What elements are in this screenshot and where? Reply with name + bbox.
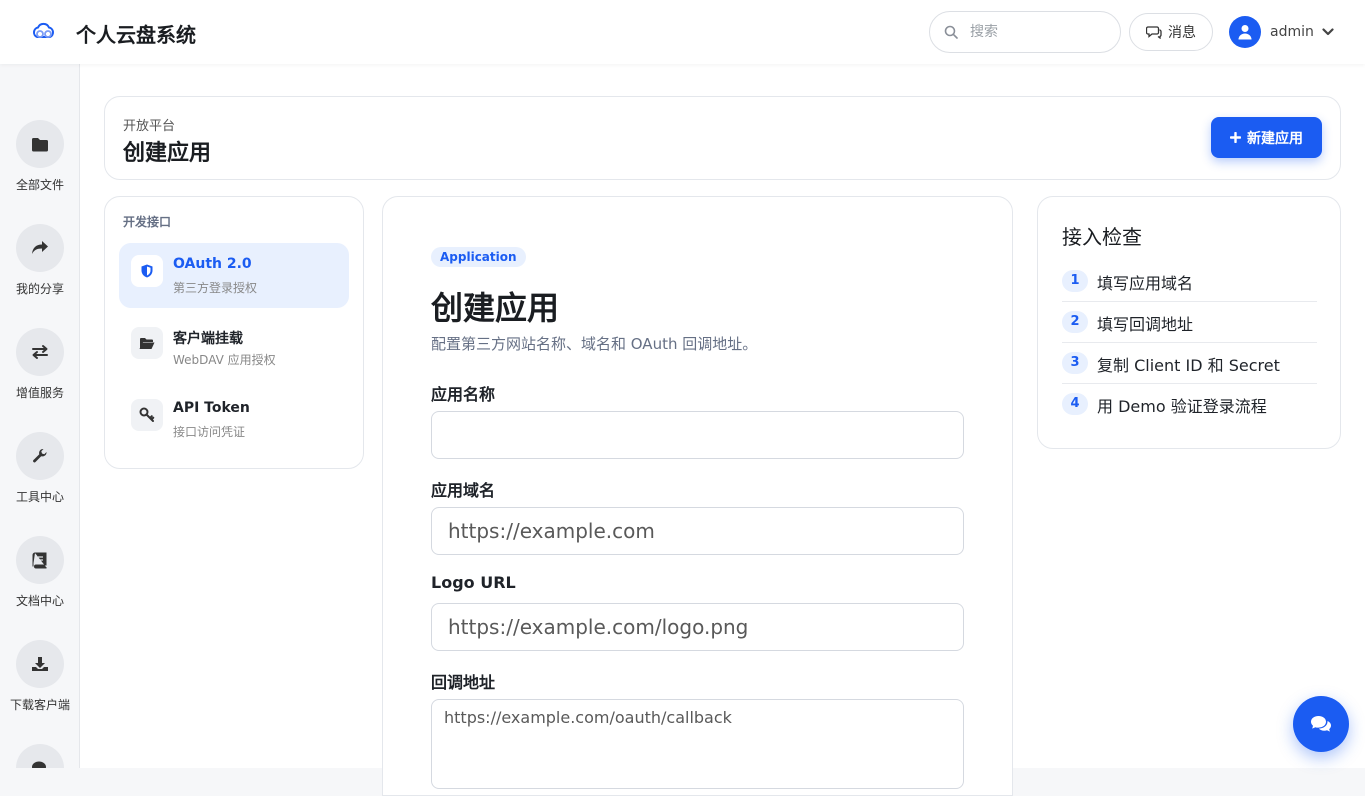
folder-icon [32, 137, 48, 151]
form-title: 创建应用 [431, 289, 560, 327]
form-description: 配置第三方网站名称、域名和 OAuth 回调地址。 [431, 335, 758, 353]
nav-icon-box [131, 255, 163, 287]
avatar[interactable] [1229, 16, 1261, 48]
rail-label: 工具中心 [15, 490, 64, 504]
nav-heading: 开发接口 [123, 215, 172, 229]
username: admin [1270, 24, 1314, 40]
callback-textarea[interactable] [431, 699, 964, 789]
share-icon [32, 241, 48, 254]
comments-icon [1311, 716, 1331, 732]
nav-item-api-token[interactable]: API Token 接口访问凭证 [119, 387, 349, 452]
step-number: 3 [1062, 352, 1088, 374]
app-domain-input[interactable] [431, 507, 964, 555]
logo-url-label: Logo URL [431, 573, 516, 592]
plus-icon [1230, 132, 1241, 143]
exchange-icon [32, 345, 48, 359]
rail-label: 增值服务 [15, 386, 64, 400]
search-box[interactable] [929, 11, 1121, 53]
nav-icon-box [131, 327, 163, 359]
chat-bubble-icon [1146, 26, 1162, 39]
app-name-input[interactable] [431, 411, 964, 459]
rail-item-value-added[interactable]: 增值服务 [0, 328, 79, 401]
nav-item-subtitle: 第三方登录授权 [173, 281, 258, 295]
app-domain-label: 应用域名 [431, 481, 496, 500]
nav-item-title: API Token [173, 400, 250, 416]
rail-label: 下载客户端 [9, 698, 70, 712]
rail-button-download-client[interactable] [16, 640, 64, 688]
user-icon [1238, 25, 1252, 40]
folder-open-icon [139, 337, 155, 349]
create-app-form-card: Application 创建应用 配置第三方网站名称、域名和 OAuth 回调地… [382, 196, 1013, 796]
integration-checklist-card: 接入检查 1 填写应用域名 2 填写回调地址 3 复制 Client ID 和 … [1037, 196, 1341, 449]
rail-button-docs[interactable] [16, 536, 64, 584]
nav-item-title: 客户端挂载 [173, 331, 243, 347]
nav-item-subtitle: 接口访问凭证 [173, 425, 246, 439]
rail-item-download-client[interactable]: 下载客户端 [0, 640, 79, 713]
checklist-item: 3 复制 Client ID 和 Secret [1062, 343, 1317, 384]
rail-item-all-files[interactable]: 全部文件 [0, 120, 79, 193]
top-header: 个人云盘系统 消息 admin [0, 0, 1365, 64]
callback-label: 回调地址 [431, 673, 496, 692]
side-rail: 全部文件 我的分享 增值服务 工具中心 文档中心 下载客户端 [0, 64, 80, 768]
nav-item-title: OAuth 2.0 [173, 256, 252, 272]
nav-item-subtitle: WebDAV 应用授权 [173, 353, 276, 367]
checklist-title: 接入检查 [1062, 225, 1142, 249]
step-number: 2 [1062, 311, 1088, 333]
new-app-button[interactable]: 新建应用 [1211, 117, 1322, 158]
rail-label: 全部文件 [15, 178, 64, 192]
book-icon [32, 552, 47, 568]
messages-label: 消息 [1168, 25, 1196, 41]
app-title: 个人云盘系统 [76, 23, 196, 47]
cloud-logo-icon[interactable] [31, 20, 57, 44]
rail-item-tools[interactable]: 工具中心 [0, 432, 79, 505]
checklist-item: 1 填写应用域名 [1062, 261, 1317, 302]
rail-button-tools[interactable] [16, 432, 64, 480]
nav-icon-box [131, 399, 163, 431]
search-input[interactable] [970, 21, 1110, 43]
nav-item-client-mount[interactable]: 客户端挂载 WebDAV 应用授权 [119, 315, 349, 380]
logo-url-input[interactable] [431, 603, 964, 651]
main-content: 开放平台 创建应用 新建应用 开发接口 OAuth 2.0 第三方登录授权 客户… [80, 64, 1365, 796]
breadcrumb[interactable]: 开放平台 [123, 115, 175, 134]
support-chat-button[interactable] [1293, 696, 1349, 752]
api-nav-card: 开发接口 OAuth 2.0 第三方登录授权 客户端挂载 WebDAV 应用授权 [104, 196, 364, 469]
rail-button-more[interactable] [16, 744, 64, 768]
download-icon [32, 657, 48, 671]
page-header-card: 开放平台 创建应用 新建应用 [104, 96, 1341, 180]
shield-icon [141, 264, 153, 278]
checklist-item: 4 用 Demo 验证登录流程 [1062, 384, 1317, 425]
chat-icon [32, 761, 46, 768]
new-app-label: 新建应用 [1247, 130, 1303, 147]
key-icon [139, 407, 155, 422]
messages-button[interactable]: 消息 [1129, 13, 1213, 51]
step-text: 填写应用域名 [1097, 274, 1194, 293]
nav-item-oauth[interactable]: OAuth 2.0 第三方登录授权 [119, 243, 349, 308]
search-icon [944, 25, 958, 39]
step-number: 1 [1062, 270, 1088, 292]
rail-item-more[interactable] [0, 744, 79, 768]
user-menu[interactable]: admin [1229, 16, 1334, 48]
rail-button-my-shares[interactable] [16, 224, 64, 272]
chevron-down-icon[interactable] [1322, 28, 1334, 36]
rail-item-my-shares[interactable]: 我的分享 [0, 224, 79, 297]
page-title: 创建应用 [123, 141, 212, 166]
step-number: 4 [1062, 393, 1088, 415]
wrench-icon [33, 448, 47, 463]
step-text: 用 Demo 验证登录流程 [1097, 397, 1267, 416]
app-name-label: 应用名称 [431, 385, 496, 404]
rail-button-value-added[interactable] [16, 328, 64, 376]
rail-label: 文档中心 [15, 594, 64, 608]
rail-button-all-files[interactable] [16, 120, 64, 168]
section-tag: Application [431, 247, 526, 267]
rail-label: 我的分享 [15, 282, 64, 296]
checklist-item: 2 填写回调地址 [1062, 302, 1317, 343]
rail-item-docs[interactable]: 文档中心 [0, 536, 79, 609]
step-text: 填写回调地址 [1097, 315, 1194, 334]
step-text: 复制 Client ID 和 Secret [1097, 356, 1280, 375]
